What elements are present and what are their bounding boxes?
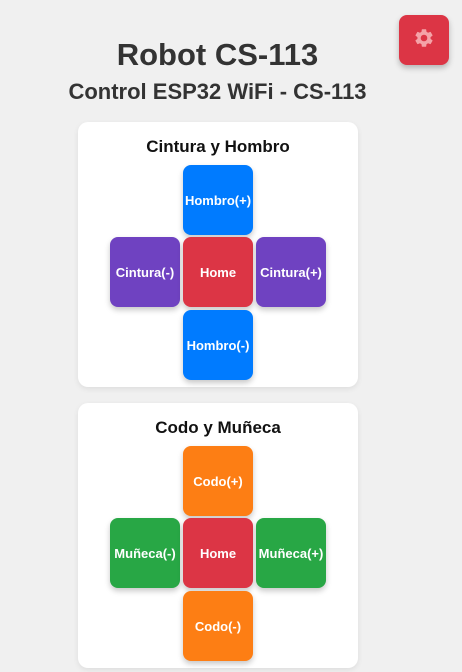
panel-title: Cintura y Hombro bbox=[146, 137, 290, 156]
panel-codo-muneca: Codo y Muñeca Codo(+) Muñeca(-) Home Muñ… bbox=[78, 403, 358, 668]
cintura-plus-button[interactable]: Cintura(+) bbox=[256, 237, 326, 307]
panel-title: Codo y Muñeca bbox=[155, 418, 281, 437]
codo-minus-button[interactable]: Codo(-) bbox=[183, 591, 253, 661]
page-subtitle: Control ESP32 WiFi - CS-113 bbox=[68, 79, 367, 104]
cintura-minus-button[interactable]: Cintura(-) bbox=[110, 237, 180, 307]
muneca-plus-button[interactable]: Muñeca(+) bbox=[256, 518, 326, 588]
muneca-minus-button[interactable]: Muñeca(-) bbox=[110, 518, 180, 588]
page-title: Robot CS-113 bbox=[116, 37, 319, 72]
panel-cintura-hombro: Cintura y Hombro Hombro(+) Cintura(-) Ho… bbox=[78, 122, 358, 387]
hombro-minus-button[interactable]: Hombro(-) bbox=[183, 310, 253, 380]
codo-plus-button[interactable]: Codo(+) bbox=[183, 446, 253, 516]
hombro-plus-button[interactable]: Hombro(+) bbox=[183, 165, 253, 235]
home-button[interactable]: Home bbox=[183, 518, 253, 588]
home-button[interactable]: Home bbox=[183, 237, 253, 307]
